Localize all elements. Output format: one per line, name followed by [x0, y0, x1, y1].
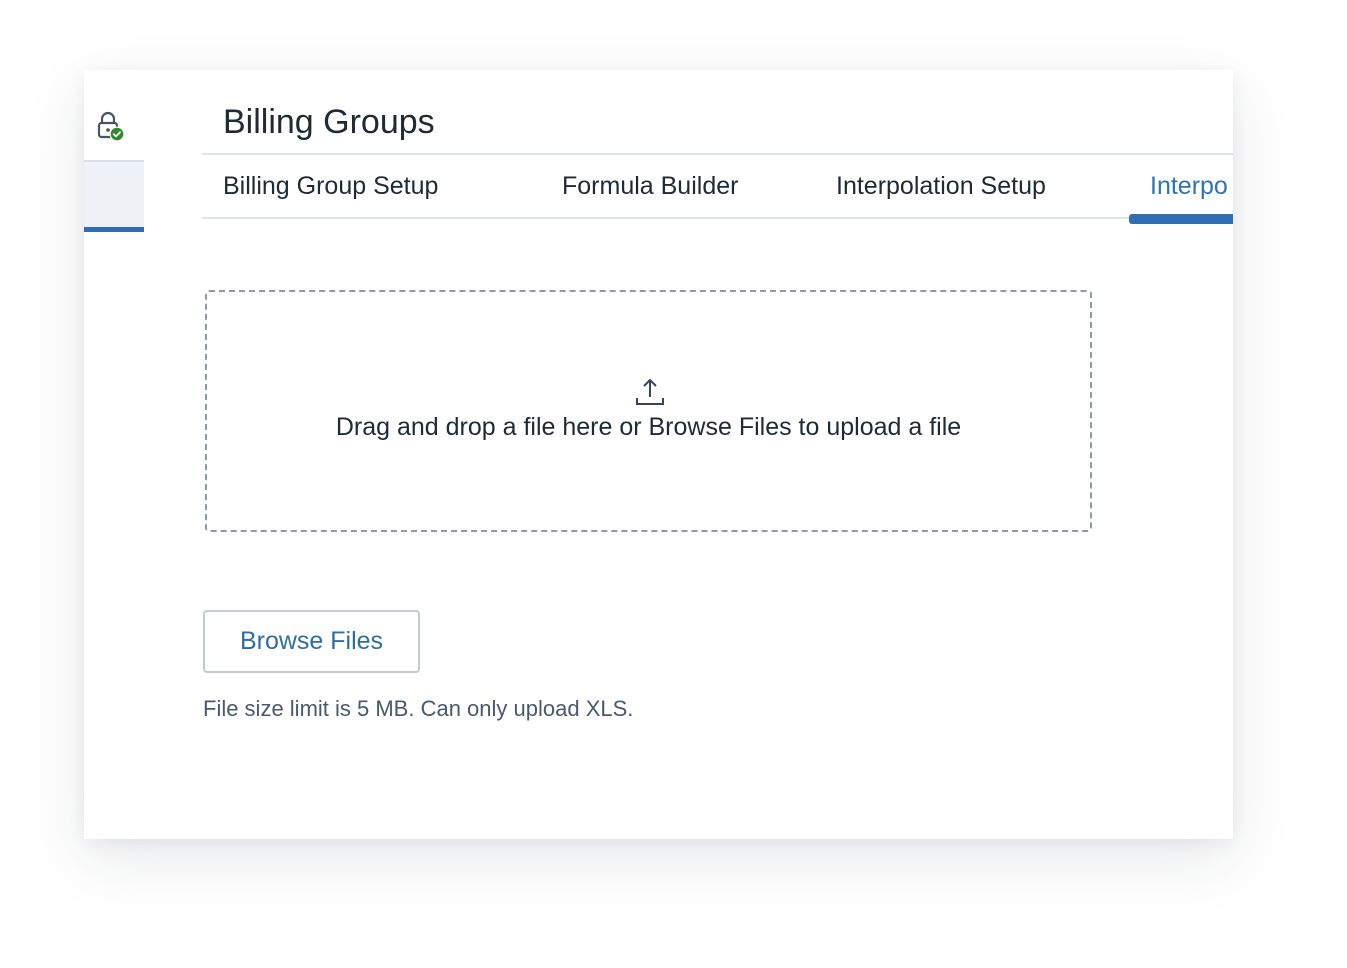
tab-interpolation-setup[interactable]: Interpolation Setup	[836, 169, 1046, 203]
active-tab-indicator	[1129, 214, 1233, 224]
rail-active-indicator	[84, 227, 144, 232]
billing-groups-panel: Billing Groups Billing Group Setup Formu…	[84, 70, 1233, 839]
browse-files-button[interactable]: Browse Files	[203, 610, 420, 673]
drop-zone-instructions: Drag and drop a file here or Browse File…	[335, 413, 962, 441]
upload-icon	[634, 376, 666, 408]
tab-interpolation-upload[interactable]: Interpo	[1150, 169, 1228, 203]
side-rail	[84, 70, 144, 240]
page-title: Billing Groups	[223, 103, 435, 141]
tab-bar: Billing Group Setup Formula Builder Inte…	[202, 155, 1233, 219]
rail-item-active[interactable]	[84, 162, 144, 232]
tab-billing-group-setup[interactable]: Billing Group Setup	[223, 169, 438, 203]
tab-formula-builder[interactable]: Formula Builder	[562, 169, 738, 203]
page: Billing Groups Billing Group Setup Formu…	[0, 0, 1347, 968]
file-drop-zone[interactable]: Drag and drop a file here or Browse File…	[205, 290, 1092, 532]
file-limit-hint: File size limit is 5 MB. Can only upload…	[203, 696, 634, 721]
lock-check-icon	[94, 110, 128, 144]
